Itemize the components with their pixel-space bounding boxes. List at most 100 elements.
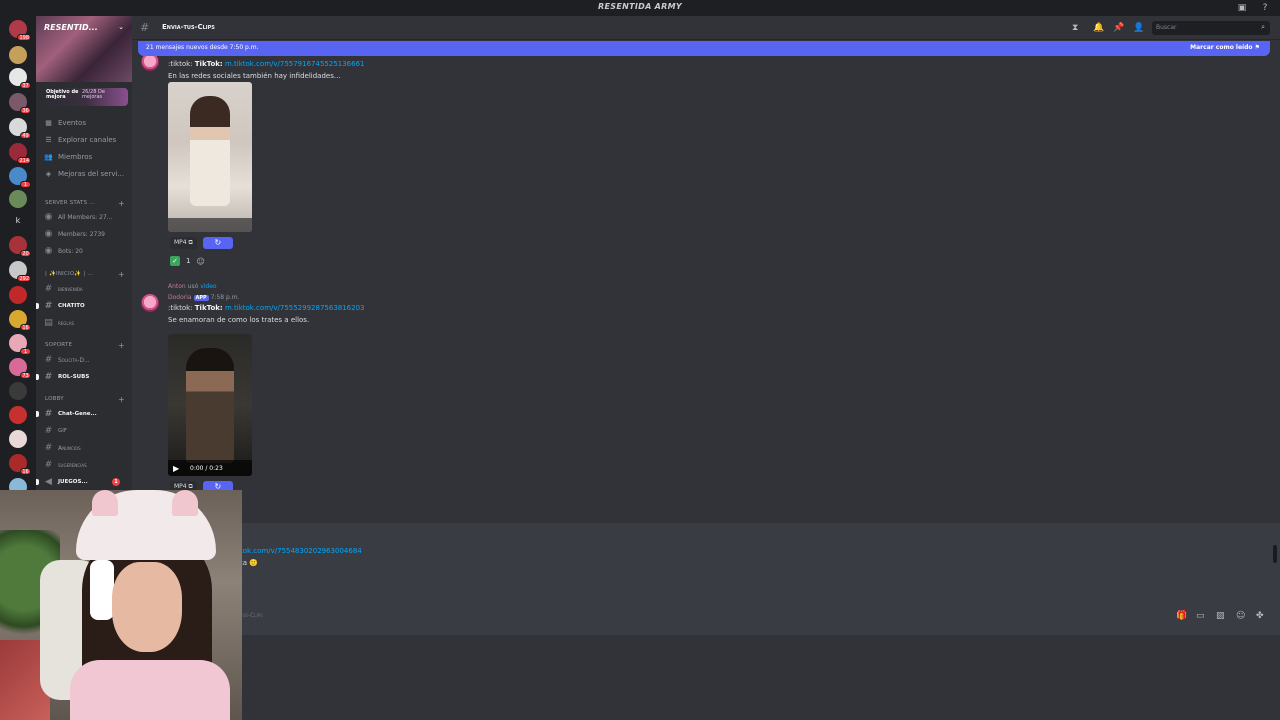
video-controls[interactable] <box>168 218 252 232</box>
channel-juegos[interactable]: ◀ JUEGOS... 1 <box>36 475 128 489</box>
unread-indicator <box>36 411 39 417</box>
message-link[interactable]: m.tiktok.com/v/7557916745525136661 <box>225 60 365 68</box>
server-icon-7[interactable]: 1 <box>9 167 31 188</box>
server-icon-k[interactable]: k <box>9 212 27 230</box>
nav-server-boosts[interactable]: ◈ Mejoras del servi... <box>44 167 124 181</box>
video-attachment[interactable]: ▶ 0:00 / 0:23 <box>168 334 252 476</box>
members-icon: 👥 <box>44 153 53 161</box>
nav-events[interactable]: ▦ Eventos <box>44 116 86 130</box>
streamer-body <box>70 660 230 720</box>
server-banner[interactable]: RESENTID... ⌄ <box>36 16 132 82</box>
channel-gif[interactable]: # GIF <box>44 424 128 438</box>
channel-label: Solicita-D... <box>58 356 90 364</box>
calendar-icon: ▦ <box>45 119 52 127</box>
nav-browse-channels[interactable]: ☰ Explorar canales <box>44 133 116 147</box>
category-lobby[interactable]: LOBBY + <box>45 394 125 404</box>
server-icon-17[interactable] <box>9 430 27 448</box>
timestamp: 7:58 p.m. <box>210 294 240 301</box>
add-channel-icon[interactable]: + <box>118 270 125 279</box>
add-channel-icon[interactable]: + <box>118 199 125 208</box>
server-icon-8[interactable] <box>9 190 27 208</box>
play-icon[interactable]: ▶ <box>173 464 179 473</box>
channel-label: bienvenida <box>58 285 83 293</box>
partial-link[interactable]: tok.com/v/7554830202963004684 <box>240 547 362 555</box>
gift-icon[interactable]: 🎁 <box>1176 611 1187 621</box>
help-icon[interactable]: ? <box>1260 3 1270 13</box>
server-name: RESENTID... <box>44 23 98 32</box>
server-icon-4[interactable]: 36 <box>9 93 31 114</box>
message-hover-area: tok.com/v/7554830202963004684 ta 🙂 tus-C… <box>132 523 1280 635</box>
category-server-stats[interactable]: SERVER STATS ... + <box>45 198 125 208</box>
server-icon-1[interactable]: 198 <box>9 20 31 41</box>
nav-members[interactable]: 👥 Miembros <box>44 150 92 164</box>
format-button[interactable]: MP4 ⧉ <box>170 237 197 249</box>
inbox-icon[interactable]: ▣ <box>1237 3 1247 13</box>
server-icon-14[interactable]: 73 <box>9 358 31 379</box>
channel-sugerencias[interactable]: # sugerencias <box>44 458 128 472</box>
video-controls[interactable]: ▶ 0:00 / 0:23 <box>168 460 252 476</box>
server-icon-6[interactable]: 214 <box>9 143 31 164</box>
server-icon-10[interactable]: 292 <box>9 261 31 282</box>
channel-sidebar: RESENTID... ⌄ Objetivo de mejora 26/28 D… <box>36 16 132 490</box>
window-title: RESENTIDA ARMY <box>598 2 682 11</box>
channel-anuncios[interactable]: # Anuncios <box>44 441 128 455</box>
boost-progress[interactable]: Objetivo de mejora 26/28 De mejoras <box>42 88 128 106</box>
server-icon-13[interactable]: 1 <box>9 334 31 355</box>
server-badge: 73 <box>20 372 31 379</box>
voice-icon: ◉ <box>44 229 53 239</box>
emoji-picker-icon[interactable]: ☺ <box>1236 611 1245 621</box>
partial-text: ta 🙂 <box>240 559 258 567</box>
channel-chat-general[interactable]: # Chat-Gene... <box>36 407 128 421</box>
channel-reglas[interactable]: ▤ reglas <box>44 316 128 330</box>
author-name[interactable]: Dodoria <box>168 294 192 301</box>
search-input[interactable]: Buscar ⌕ <box>1152 21 1270 35</box>
mark-as-read-button[interactable]: Marcar como leído ⚑ <box>1190 44 1260 51</box>
server-icon-5[interactable]: 49 <box>9 118 31 139</box>
server-icon-16[interactable] <box>9 406 27 424</box>
new-messages-bar[interactable]: 21 mensajes nuevos desde 7:50 p.m. Marca… <box>138 41 1270 56</box>
server-badge: 1 <box>20 181 31 188</box>
add-channel-icon[interactable]: + <box>118 395 125 404</box>
category-soporte[interactable]: SOPORTE + <box>45 340 125 350</box>
add-channel-icon[interactable]: + <box>118 341 125 350</box>
new-messages-text: 21 mensajes nuevos desde 7:50 p.m. <box>146 44 259 51</box>
server-icon-11[interactable] <box>9 286 27 304</box>
channel-rol-subs[interactable]: # ROL-SUBS <box>36 370 128 384</box>
reply-context[interactable]: Anton usó video <box>168 283 217 290</box>
chevron-down-icon[interactable]: ⌄ <box>118 23 124 31</box>
channel-bienvenida[interactable]: # bienvenida <box>44 282 128 296</box>
threads-icon[interactable]: ⧗ <box>1072 23 1078 33</box>
scrollbar[interactable] <box>1273 545 1277 563</box>
message-link[interactable]: m.tiktok.com/v/7555299287563816203 <box>225 304 365 312</box>
checkmark-reaction[interactable]: ✓ <box>170 256 180 266</box>
server-icon-12[interactable]: 16 <box>9 310 31 331</box>
stat-all-members[interactable]: ◉ All Members: 27... <box>44 210 128 224</box>
channel-chatito[interactable]: # CHATITO <box>36 299 128 313</box>
category-inicio[interactable]: | ✨INICIO✨ | ... + <box>45 269 125 279</box>
reply-used: usó <box>187 283 199 290</box>
hash-icon: # <box>44 443 53 453</box>
sticker-icon[interactable]: ▨ <box>1216 611 1225 621</box>
bell-icon[interactable]: 🔔 <box>1093 23 1104 33</box>
video-attachment[interactable] <box>168 82 252 232</box>
reply-username: Anton <box>168 283 186 290</box>
message-input[interactable]: tus-Clips <box>240 612 263 619</box>
server-badge: 49 <box>20 132 31 139</box>
server-icon-3[interactable]: 37 <box>9 68 31 89</box>
channel-solicita[interactable]: # Solicita-D... <box>44 353 128 367</box>
apps-icon[interactable]: ✤ <box>1256 611 1264 621</box>
pin-icon[interactable]: 📌 <box>1113 23 1124 33</box>
server-icon-9[interactable]: 20 <box>9 236 31 257</box>
stat-members[interactable]: ◉ Members: 2739 <box>44 227 128 241</box>
avatar[interactable] <box>141 294 159 312</box>
refresh-button[interactable]: ↻ <box>202 237 233 249</box>
add-reaction-icon[interactable]: ☺ <box>196 257 204 266</box>
server-icon-15[interactable] <box>9 382 27 400</box>
hash-icon: # <box>44 426 53 436</box>
stat-bots[interactable]: ◉ Bots: 20 <box>44 244 128 258</box>
server-icon-2[interactable] <box>9 46 27 64</box>
server-icon-19[interactable] <box>9 478 27 490</box>
gif-icon[interactable]: ▭ <box>1196 611 1205 621</box>
server-icon-18[interactable]: 16 <box>9 454 31 475</box>
members-list-icon[interactable]: 👤 <box>1133 23 1144 33</box>
